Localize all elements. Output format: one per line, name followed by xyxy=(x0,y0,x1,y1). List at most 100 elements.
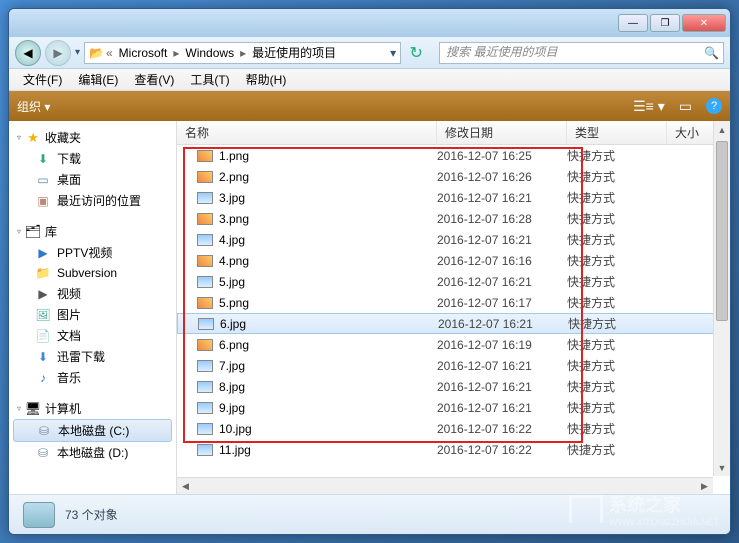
sidebar-head-computer[interactable]: ▿🖥计算机 xyxy=(9,398,176,419)
menu-help[interactable]: 帮助(H) xyxy=(240,69,293,90)
minimize-button[interactable]: — xyxy=(618,14,648,32)
menu-edit[interactable]: 编辑(E) xyxy=(72,69,124,90)
scrollbar-thumb[interactable] xyxy=(716,141,728,321)
scroll-right-icon[interactable]: ▶ xyxy=(696,478,713,494)
file-type: 快捷方式 xyxy=(567,294,667,311)
scroll-left-icon[interactable]: ◀ xyxy=(177,478,194,494)
sidebar-item-downloads[interactable]: ⬇下载 xyxy=(9,148,176,169)
file-icon xyxy=(197,234,213,246)
sidebar-item-documents[interactable]: 📄文档 xyxy=(9,325,176,346)
file-type: 快捷方式 xyxy=(567,399,667,416)
file-list-pane: 名称 修改日期 类型 大小 1.png2016-12-07 16:25快捷方式2… xyxy=(177,121,730,494)
file-row[interactable]: 3.jpg2016-12-07 16:21快捷方式 xyxy=(177,187,730,208)
file-row[interactable]: 1.png2016-12-07 16:25快捷方式 xyxy=(177,145,730,166)
file-type: 快捷方式 xyxy=(567,210,667,227)
file-row[interactable]: 8.jpg2016-12-07 16:21快捷方式 xyxy=(177,376,730,397)
sidebar-head-favorites[interactable]: ▿★收藏夹 xyxy=(9,127,176,148)
file-row[interactable]: 10.jpg2016-12-07 16:22快捷方式 xyxy=(177,418,730,439)
file-name: 1.png xyxy=(219,149,249,163)
file-list[interactable]: 1.png2016-12-07 16:25快捷方式2.png2016-12-07… xyxy=(177,145,730,494)
file-date: 2016-12-07 16:21 xyxy=(437,275,567,289)
file-name: 5.jpg xyxy=(219,275,245,289)
scroll-down-icon[interactable]: ▼ xyxy=(714,459,730,476)
file-date: 2016-12-07 16:16 xyxy=(437,254,567,268)
crumb-windows[interactable]: Windows xyxy=(181,46,238,60)
column-date[interactable]: 修改日期 xyxy=(437,121,567,144)
file-date: 2016-12-07 16:21 xyxy=(437,191,567,205)
file-icon xyxy=(198,318,214,330)
file-icon xyxy=(197,213,213,225)
sidebar-item-pptv[interactable]: ▶PPTV视频 xyxy=(9,242,176,263)
file-type: 快捷方式 xyxy=(567,252,667,269)
forward-button[interactable]: ▶ xyxy=(45,40,71,66)
file-name: 4.jpg xyxy=(219,233,245,247)
file-row[interactable]: 6.png2016-12-07 16:19快捷方式 xyxy=(177,334,730,355)
file-row[interactable]: 4.png2016-12-07 16:16快捷方式 xyxy=(177,250,730,271)
disk-icon: ⛁ xyxy=(35,445,51,461)
search-input[interactable]: 搜索 最近使用的项目 🔍 xyxy=(439,42,724,64)
file-row[interactable]: 7.jpg2016-12-07 16:21快捷方式 xyxy=(177,355,730,376)
sidebar-item-subversion[interactable]: 📁Subversion xyxy=(9,263,176,283)
sidebar-item-music[interactable]: ♪音乐 xyxy=(9,367,176,388)
file-date: 2016-12-07 16:21 xyxy=(437,359,567,373)
file-date: 2016-12-07 16:17 xyxy=(437,296,567,310)
sidebar-item-disk-d[interactable]: ⛁本地磁盘 (D:) xyxy=(9,442,176,463)
vertical-scrollbar[interactable]: ▲ ▼ xyxy=(713,121,730,476)
menu-tools[interactable]: 工具(T) xyxy=(184,69,235,90)
file-date: 2016-12-07 16:21 xyxy=(438,317,568,331)
file-date: 2016-12-07 16:22 xyxy=(437,422,567,436)
help-button[interactable]: ? xyxy=(706,98,722,114)
file-type: 快捷方式 xyxy=(567,168,667,185)
file-name: 3.jpg xyxy=(219,191,245,205)
sidebar-item-recent-places[interactable]: ▣最近访问的位置 xyxy=(9,190,176,211)
search-icon[interactable]: 🔍 xyxy=(704,46,719,60)
column-name[interactable]: 名称 xyxy=(177,121,437,144)
menu-file[interactable]: 文件(F) xyxy=(17,69,68,90)
file-row[interactable]: 2.png2016-12-07 16:26快捷方式 xyxy=(177,166,730,187)
music-icon: ♪ xyxy=(35,370,51,386)
file-row[interactable]: 4.jpg2016-12-07 16:21快捷方式 xyxy=(177,229,730,250)
crumb-microsoft[interactable]: Microsoft xyxy=(115,46,172,60)
history-dropdown-icon[interactable]: ▾ xyxy=(75,47,80,58)
file-row[interactable]: 3.png2016-12-07 16:28快捷方式 xyxy=(177,208,730,229)
organize-button[interactable]: 组织 ▾ xyxy=(17,98,50,115)
file-name: 10.jpg xyxy=(219,422,252,436)
file-date: 2016-12-07 16:21 xyxy=(437,233,567,247)
download-icon: ⬇ xyxy=(35,349,51,365)
scroll-up-icon[interactable]: ▲ xyxy=(714,121,730,138)
file-row[interactable]: 5.png2016-12-07 16:17快捷方式 xyxy=(177,292,730,313)
breadcrumb-dropdown-icon[interactable]: ▾ xyxy=(390,46,396,60)
file-icon xyxy=(197,444,213,456)
sidebar-head-libraries[interactable]: ▿🗂库 xyxy=(9,221,176,242)
file-name: 7.jpg xyxy=(219,359,245,373)
close-button[interactable]: ✕ xyxy=(682,14,726,32)
file-row[interactable]: 5.jpg2016-12-07 16:21快捷方式 xyxy=(177,271,730,292)
pictures-icon: 🖼 xyxy=(35,307,51,323)
crumb-recent[interactable]: 最近使用的项目 xyxy=(248,44,340,61)
navigation-pane: ▿★收藏夹 ⬇下载 ▭桌面 ▣最近访问的位置 ▿🗂库 ▶PPTV视频 📁Subv… xyxy=(9,121,177,494)
refresh-button[interactable]: ↻ xyxy=(405,42,427,64)
sidebar-item-pictures[interactable]: 🖼图片 xyxy=(9,304,176,325)
file-icon xyxy=(197,192,213,204)
file-name: 3.png xyxy=(219,212,249,226)
file-row[interactable]: 11.jpg2016-12-07 16:22快捷方式 xyxy=(177,439,730,460)
sidebar-item-disk-c[interactable]: ⛁本地磁盘 (C:) xyxy=(13,419,172,442)
preview-pane-button[interactable]: ▭ xyxy=(679,98,692,115)
back-button[interactable]: ◀ xyxy=(15,40,41,66)
star-icon: ★ xyxy=(25,130,41,146)
maximize-button[interactable]: ❐ xyxy=(650,14,680,32)
sidebar-item-videos[interactable]: ▶视频 xyxy=(9,283,176,304)
column-type[interactable]: 类型 xyxy=(567,121,667,144)
view-mode-button[interactable]: ☰≡ ▾ xyxy=(633,98,665,115)
sidebar-item-xunlei[interactable]: ⬇迅雷下载 xyxy=(9,346,176,367)
sidebar-libraries: ▿🗂库 ▶PPTV视频 📁Subversion ▶视频 🖼图片 📄文档 ⬇迅雷下… xyxy=(9,221,176,388)
column-headers: 名称 修改日期 类型 大小 xyxy=(177,121,730,145)
sidebar-item-desktop[interactable]: ▭桌面 xyxy=(9,169,176,190)
file-row[interactable]: 9.jpg2016-12-07 16:21快捷方式 xyxy=(177,397,730,418)
horizontal-scrollbar[interactable]: ◀ ▶ xyxy=(177,477,713,494)
breadcrumb[interactable]: 📂 « Microsoft▸ Windows▸ 最近使用的项目 ▾ xyxy=(84,42,401,64)
menu-bar: 文件(F) 编辑(E) 查看(V) 工具(T) 帮助(H) xyxy=(9,69,730,91)
file-row[interactable]: 6.jpg2016-12-07 16:21快捷方式 xyxy=(177,313,730,334)
file-icon xyxy=(197,150,213,162)
menu-view[interactable]: 查看(V) xyxy=(128,69,180,90)
